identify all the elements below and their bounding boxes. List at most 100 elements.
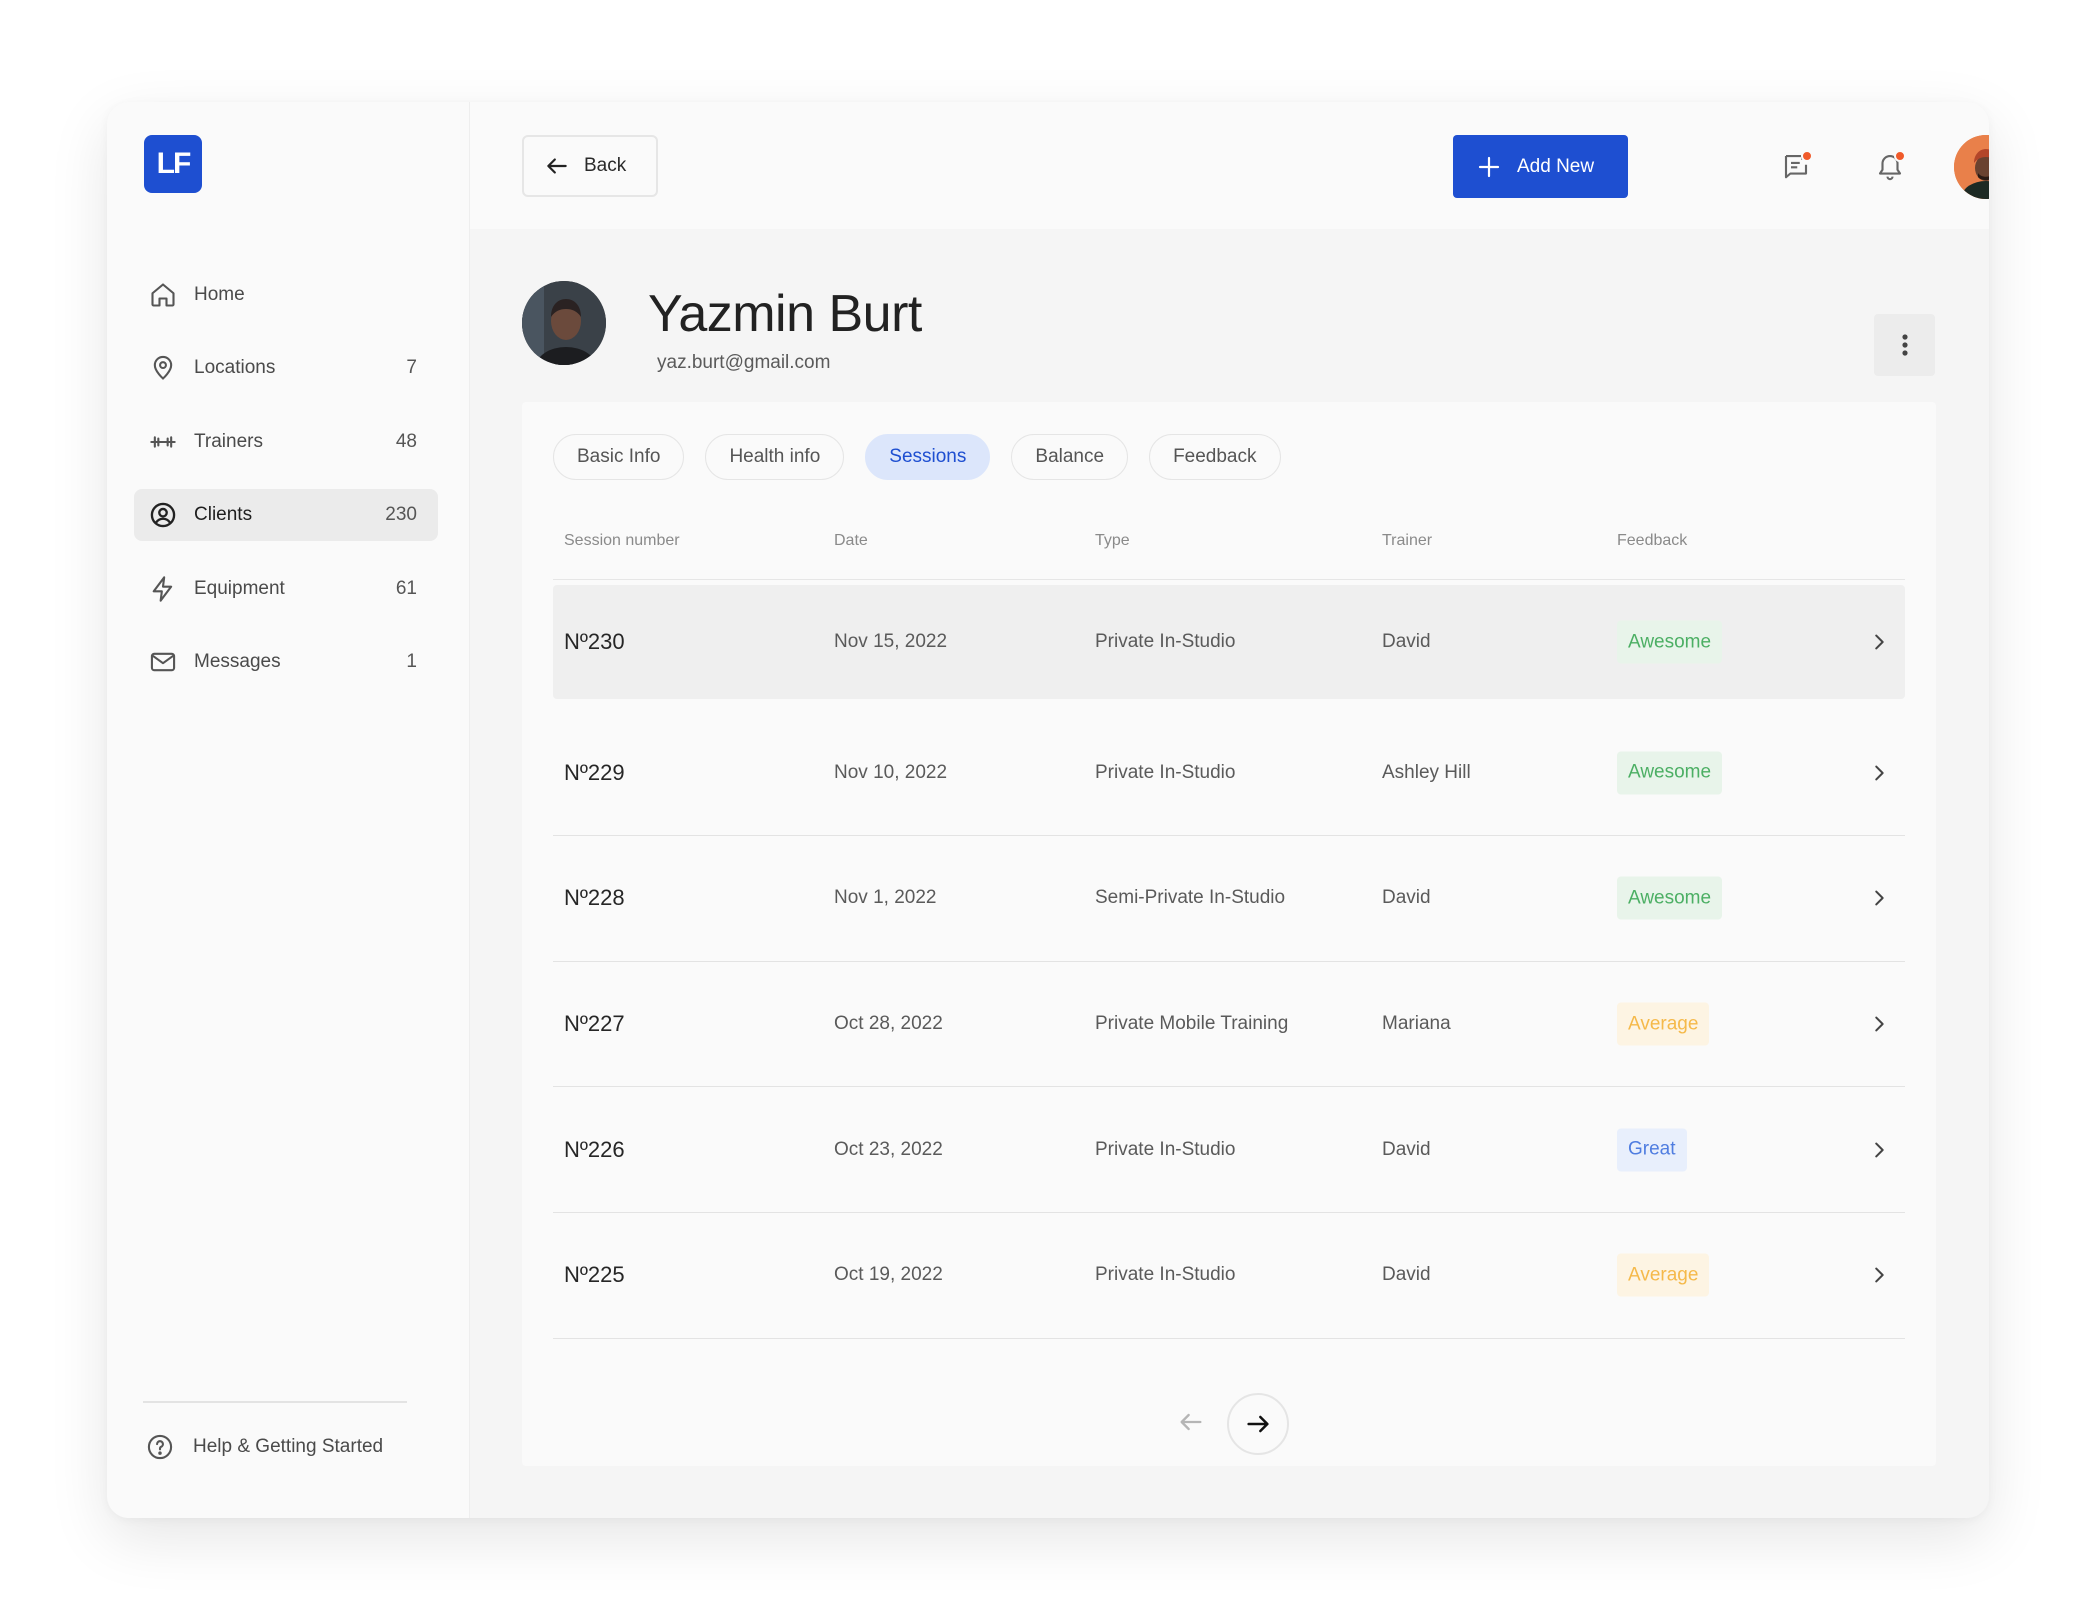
session-date: Oct 28, 2022: [834, 1013, 943, 1035]
sidebar-item-count: 48: [395, 430, 417, 452]
session-type: Private In-Studio: [1095, 631, 1236, 652]
arrow-left-icon: [547, 158, 567, 174]
sidebar-item-count: 230: [385, 504, 417, 526]
sidebar: LF Home Locations 7 Trainers 48 Clients …: [107, 102, 470, 1518]
table-row[interactable]: Nº230 Nov 15, 2022 Private In-Studio Dav…: [553, 585, 1905, 699]
chevron-right-icon[interactable]: [1867, 1138, 1891, 1162]
more-options-button[interactable]: [1874, 314, 1935, 376]
sidebar-item-label: Messages: [194, 650, 281, 672]
add-new-label: Add New: [1517, 155, 1595, 177]
table-row[interactable]: Nº227 Oct 28, 2022 Private Mobile Traini…: [553, 962, 1905, 1088]
sidebar-divider: [143, 1401, 407, 1403]
notification-dot: [1894, 150, 1906, 162]
table-header: Session number Date Type Trainer Feedbac…: [553, 532, 1905, 580]
tab-balance[interactable]: Balance: [1011, 434, 1129, 480]
chevron-right-icon[interactable]: [1867, 761, 1891, 785]
session-type: Semi-Private In-Studio: [1095, 887, 1286, 909]
table-row[interactable]: Nº225 Oct 19, 2022 Private In-Studio Dav…: [553, 1213, 1905, 1339]
sidebar-item-label: Locations: [194, 357, 276, 379]
add-new-button[interactable]: Add New: [1453, 135, 1628, 198]
session-type: Private In-Studio: [1095, 761, 1236, 783]
session-number: Nº227: [564, 1011, 625, 1037]
column-header-type[interactable]: Type: [1095, 532, 1130, 550]
session-date: Oct 23, 2022: [834, 1138, 943, 1160]
sidebar-item-label: Clients: [194, 504, 253, 526]
session-type: Private In-Studio: [1095, 1264, 1236, 1286]
avatar-image: [522, 281, 606, 365]
session-type: Private Mobile Training: [1095, 1013, 1289, 1035]
client-email: yaz.burt@gmail.com: [657, 352, 831, 373]
chevron-right-icon[interactable]: [1867, 1012, 1891, 1036]
session-number: Nº229: [564, 759, 625, 785]
user-avatar[interactable]: [1954, 135, 1989, 199]
tab-basic-info[interactable]: Basic Info: [553, 434, 685, 480]
session-date: Oct 19, 2022: [834, 1264, 943, 1286]
home-icon: [148, 280, 178, 310]
arrow-right-icon: [1247, 1415, 1269, 1433]
avatar-image: [1954, 135, 1989, 199]
session-trainer: David: [1382, 631, 1431, 652]
more-vertical-icon: [1901, 334, 1908, 356]
feedback-badge: Average: [1617, 1002, 1710, 1046]
session-date: Nov 15, 2022: [834, 631, 948, 652]
app-window: LF Home Locations 7 Trainers 48 Clients …: [107, 102, 1989, 1518]
sidebar-item-count: 61: [395, 577, 417, 599]
sidebar-item-messages[interactable]: Messages 1: [134, 636, 438, 688]
chevron-right-icon[interactable]: [1867, 1263, 1891, 1287]
feedback-badge: Great: [1617, 1128, 1687, 1172]
sidebar-item-count: 1: [406, 650, 417, 672]
sidebar-item-label: Equipment: [194, 577, 285, 599]
user-circle-icon: [148, 500, 178, 530]
column-header-session-number[interactable]: Session number: [564, 532, 680, 550]
session-trainer: David: [1382, 1264, 1431, 1286]
table-row[interactable]: Nº229 Nov 10, 2022 Private In-Studio Ash…: [553, 711, 1905, 837]
session-trainer: Mariana: [1382, 1013, 1451, 1035]
next-page-button[interactable]: [1227, 1393, 1289, 1455]
chevron-right-icon[interactable]: [1867, 886, 1891, 910]
location-pin-icon: [148, 353, 178, 383]
notification-dot: [1801, 150, 1813, 162]
sessions-card: Basic Info Health info Sessions Balance …: [522, 402, 1936, 1466]
plus-icon: [1478, 156, 1500, 177]
help-circle-icon: [145, 1432, 175, 1462]
back-label: Back: [584, 155, 627, 176]
sidebar-item-home[interactable]: Home: [134, 269, 438, 321]
tab-health-info[interactable]: Health info: [705, 434, 845, 480]
sidebar-item-clients[interactable]: Clients 230: [134, 489, 438, 542]
help-label: Help & Getting Started: [193, 1436, 384, 1457]
arrow-left-icon: [1180, 1413, 1202, 1431]
back-button[interactable]: Back: [522, 135, 658, 197]
notifications-button[interactable]: [1870, 146, 1910, 186]
session-date: Nov 1, 2022: [834, 887, 937, 909]
column-header-feedback[interactable]: Feedback: [1617, 532, 1687, 550]
sidebar-item-equipment[interactable]: Equipment 61: [134, 563, 438, 615]
session-date: Nov 10, 2022: [834, 761, 948, 783]
feedback-badge: Awesome: [1617, 876, 1723, 920]
client-avatar: [522, 281, 606, 365]
table-row[interactable]: Nº228 Nov 1, 2022 Semi-Private In-Studio…: [553, 836, 1905, 962]
sidebar-item-trainers[interactable]: Trainers 48: [134, 416, 438, 468]
sidebar-item-label: Trainers: [194, 430, 263, 452]
tab-sessions[interactable]: Sessions: [865, 434, 991, 480]
session-number: Nº228: [564, 885, 625, 911]
session-number: Nº226: [564, 1136, 625, 1162]
session-trainer: Ashley Hill: [1382, 761, 1471, 783]
chat-button[interactable]: [1776, 146, 1816, 186]
dumbbell-icon: [148, 427, 178, 457]
sidebar-item-locations[interactable]: Locations 7: [134, 342, 438, 394]
table-row[interactable]: Nº226 Oct 23, 2022 Private In-Studio Dav…: [553, 1087, 1905, 1213]
sidebar-nav: Home Locations 7 Trainers 48 Clients 230…: [134, 269, 438, 709]
session-type: Private In-Studio: [1095, 1138, 1236, 1160]
feedback-badge: Awesome: [1617, 620, 1723, 664]
help-link[interactable]: Help & Getting Started: [145, 1432, 383, 1462]
column-header-trainer[interactable]: Trainer: [1382, 532, 1432, 550]
app-logo[interactable]: LF: [144, 135, 202, 193]
tab-feedback[interactable]: Feedback: [1149, 434, 1281, 480]
column-header-date[interactable]: Date: [834, 532, 868, 550]
session-number: Nº230: [564, 629, 625, 654]
topbar: Back Add New: [470, 102, 1989, 229]
mail-icon: [148, 647, 178, 677]
chevron-right-icon[interactable]: [1867, 630, 1891, 654]
previous-page-button[interactable]: [1173, 1404, 1209, 1440]
sidebar-item-count: 7: [406, 357, 417, 379]
